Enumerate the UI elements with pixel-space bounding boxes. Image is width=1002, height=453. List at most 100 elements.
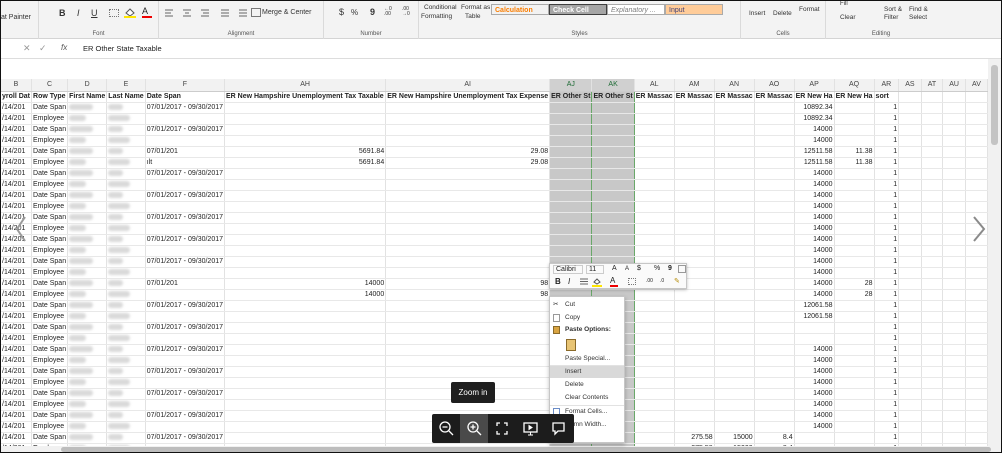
cell-as[interactable] xyxy=(898,289,922,301)
cell-c[interactable]: Date Span xyxy=(31,432,69,444)
cell-ak[interactable] xyxy=(591,212,635,224)
format-as-table-label-1[interactable]: Format as xyxy=(461,4,490,11)
cell-ar[interactable]: 1 xyxy=(874,366,900,378)
cell-b[interactable]: /14/201 xyxy=(1,432,33,444)
cell-d[interactable] xyxy=(67,377,108,389)
align-buttons[interactable] xyxy=(163,9,247,17)
cell-an[interactable] xyxy=(714,344,755,356)
fill-color-button[interactable] xyxy=(124,7,136,18)
cell-aq[interactable]: 11.38 xyxy=(834,146,875,158)
cell-aj[interactable] xyxy=(549,102,593,114)
cell-at[interactable] xyxy=(921,135,944,147)
cell-ao[interactable] xyxy=(754,355,795,367)
cell-au[interactable] xyxy=(942,366,966,378)
cell-aj[interactable] xyxy=(549,146,593,158)
cell-as[interactable] xyxy=(898,146,922,158)
cell-ao[interactable] xyxy=(754,377,795,389)
cell-aq[interactable] xyxy=(834,223,875,235)
cell-c[interactable]: Date Span xyxy=(31,300,69,312)
header-cell[interactable]: ER New Hampshire Unemployment Tax Taxabl… xyxy=(224,91,387,103)
cell-ah[interactable] xyxy=(224,223,387,235)
mini-format-painter-icon[interactable]: ✎ xyxy=(674,277,680,285)
borders-button[interactable] xyxy=(109,9,119,17)
column-header[interactable]: AV xyxy=(965,79,988,92)
cell-au[interactable] xyxy=(942,190,966,202)
cell-au[interactable] xyxy=(942,234,966,246)
cell-ai[interactable] xyxy=(385,102,551,114)
cell-ai[interactable] xyxy=(385,245,551,257)
cell-d[interactable] xyxy=(67,168,108,180)
cell-d[interactable] xyxy=(67,421,108,433)
column-header[interactable]: F xyxy=(145,79,226,92)
cell-e[interactable] xyxy=(106,102,146,114)
cell-f[interactable]: 07/01/2017 - 09/30/2017 xyxy=(145,212,226,224)
cell-c[interactable]: Date Span xyxy=(31,388,69,400)
cell-at[interactable] xyxy=(921,377,944,389)
cell-b[interactable]: /14/201 xyxy=(1,146,33,158)
cell-au[interactable] xyxy=(942,201,966,213)
cell-al[interactable] xyxy=(634,333,675,345)
horizontal-scrollbar[interactable] xyxy=(1,446,1001,452)
enter-icon[interactable]: ✓ xyxy=(39,43,47,54)
cell-f[interactable] xyxy=(145,377,226,389)
cell-ai[interactable] xyxy=(385,190,551,202)
cell-e[interactable] xyxy=(106,344,146,356)
cell-ar[interactable]: 1 xyxy=(874,135,900,147)
column-header[interactable]: AL xyxy=(634,79,675,92)
cell-f[interactable]: ılt xyxy=(145,157,226,169)
cell-ar[interactable]: 1 xyxy=(874,267,900,279)
cell-d[interactable] xyxy=(67,245,108,257)
cell-ai[interactable] xyxy=(385,366,551,378)
cell-as[interactable] xyxy=(898,212,922,224)
cell-am[interactable] xyxy=(674,322,715,334)
style-check-cell[interactable]: Check Cell xyxy=(549,4,607,15)
cell-aj[interactable] xyxy=(549,212,593,224)
cell-as[interactable] xyxy=(898,311,922,323)
cell-am[interactable] xyxy=(674,135,715,147)
cell-ai[interactable] xyxy=(385,124,551,136)
cell-aq[interactable] xyxy=(834,410,875,422)
cell-aj[interactable] xyxy=(549,201,593,213)
cell-ar[interactable]: 1 xyxy=(874,432,900,444)
cell-ap[interactable]: 14000 xyxy=(794,179,835,191)
cell-al[interactable] xyxy=(634,388,675,400)
find-select-label-2[interactable]: Select xyxy=(909,14,927,21)
horizontal-scroll-thumb[interactable] xyxy=(61,447,991,452)
cell-ai[interactable] xyxy=(385,113,551,125)
cell-an[interactable] xyxy=(714,201,755,213)
cell-an[interactable] xyxy=(714,256,755,268)
cell-ah[interactable] xyxy=(224,344,387,356)
cell-c[interactable]: Date Span xyxy=(31,190,69,202)
cell-f[interactable]: 07/01/201 xyxy=(145,146,226,158)
cell-ao[interactable]: 8.4 xyxy=(754,432,795,444)
cell-am[interactable] xyxy=(674,223,715,235)
cell-ap[interactable]: 14000 xyxy=(794,267,835,279)
cell-al[interactable] xyxy=(634,223,675,235)
cell-c[interactable]: Employee xyxy=(31,421,69,433)
cell-aj[interactable] xyxy=(549,190,593,202)
cell-ao[interactable] xyxy=(754,333,795,345)
cell-ar[interactable]: 1 xyxy=(874,399,900,411)
cell-au[interactable] xyxy=(942,135,966,147)
cell-ah[interactable] xyxy=(224,377,387,389)
cell-am[interactable] xyxy=(674,344,715,356)
font-color-button[interactable]: A xyxy=(142,6,154,18)
column-header[interactable]: AI xyxy=(385,79,551,92)
cell-al[interactable] xyxy=(634,344,675,356)
cell-ap[interactable]: 14000 xyxy=(794,124,835,136)
header-cell[interactable]: ER New Hampshire Unemployment Tax Expens… xyxy=(385,91,551,103)
cell-ar[interactable]: 1 xyxy=(874,289,900,301)
cell-e[interactable] xyxy=(106,146,146,158)
cell-al[interactable] xyxy=(634,135,675,147)
cell-ah[interactable]: 5691.84 xyxy=(224,157,387,169)
cell-ah[interactable] xyxy=(224,102,387,114)
cell-aq[interactable] xyxy=(834,267,875,279)
delete-button[interactable]: Delete xyxy=(773,10,792,17)
cell-al[interactable] xyxy=(634,432,675,444)
cell-av[interactable] xyxy=(965,146,988,158)
cell-f[interactable]: 07/01/2017 - 09/30/2017 xyxy=(145,322,226,334)
cell-ak[interactable] xyxy=(591,168,635,180)
cell-f[interactable]: 07/01/2017 - 09/30/2017 xyxy=(145,102,226,114)
cell-at[interactable] xyxy=(921,267,944,279)
cell-aq[interactable] xyxy=(834,432,875,444)
